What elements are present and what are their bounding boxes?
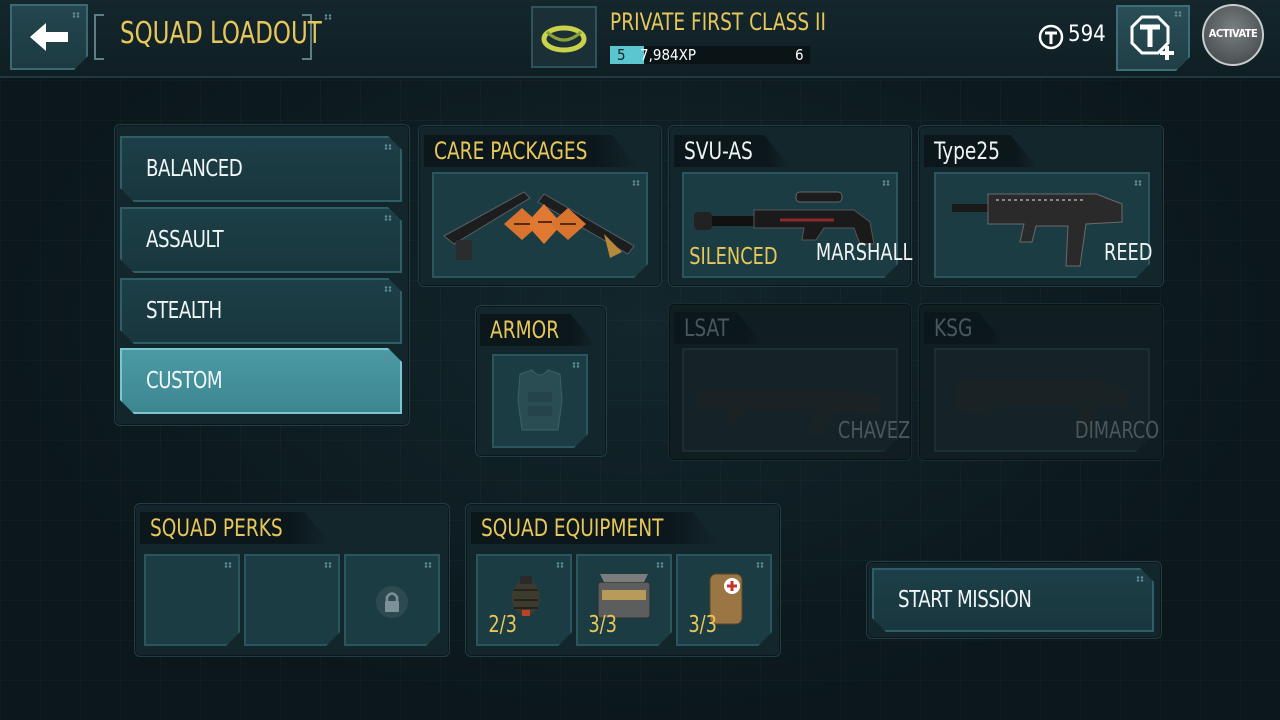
activate-label: ACTIVATE: [1208, 27, 1258, 40]
squad-member-name: REED: [1103, 240, 1153, 266]
perk-slot-1[interactable]: [144, 554, 240, 646]
sidebar-item-custom[interactable]: CUSTOM: [120, 348, 402, 414]
start-mission-label: START MISSION: [898, 587, 1032, 613]
care-packages-slot[interactable]: [432, 172, 648, 278]
xp-bar: 5 7,984XP 6: [610, 46, 810, 64]
squad-member-name: MARSHALL: [815, 240, 913, 266]
xp-level-current: 5: [617, 46, 626, 64]
corner-dots: [424, 562, 432, 568]
equipment-slot-medkit[interactable]: 3/3: [676, 554, 772, 646]
corner-dots: [384, 286, 392, 292]
sidebar-item-balanced[interactable]: BALANCED: [120, 136, 402, 202]
perk-slot-2[interactable]: [244, 554, 340, 646]
back-button[interactable]: [10, 4, 88, 70]
body-armor-icon: [494, 356, 586, 446]
lock-icon: [346, 556, 438, 644]
corner-dots: [572, 362, 580, 368]
corner-dots: [1134, 180, 1142, 186]
corner-dots: [556, 562, 564, 568]
care-packages-title: CARE PACKAGES: [424, 135, 638, 167]
page-title: SQUAD LOADOUT: [120, 16, 322, 51]
care-package-weapons-icon: [434, 174, 646, 276]
corner-dots: [384, 356, 392, 362]
corner-dots: [72, 12, 80, 18]
corner-dots: [1136, 576, 1144, 582]
corner-dots: [756, 562, 764, 568]
xp-value: 7,984XP: [640, 46, 697, 64]
corner-dots: [384, 144, 392, 150]
corner-dots: [324, 562, 332, 568]
equipment-count: 3/3: [688, 612, 717, 638]
sidebar-item-label: STEALTH: [146, 298, 222, 324]
weapon-tag: SILENCED: [689, 244, 778, 270]
equipment-slot-grenade[interactable]: 2/3: [476, 554, 572, 646]
sidebar-item-label: CUSTOM: [146, 368, 223, 394]
squad-member-name: CHAVEZ: [837, 418, 911, 444]
sidebar-item-label: ASSAULT: [146, 227, 224, 253]
sidebar-item-stealth[interactable]: STEALTH: [120, 278, 402, 344]
title-bracket-left: [94, 14, 104, 60]
equipment-slot-ammo[interactable]: 3/3: [576, 554, 672, 646]
corner-dots: [882, 180, 890, 186]
xp-level-next: 6: [795, 46, 804, 64]
corner-dots: [656, 562, 664, 568]
rank-chevron-icon: [541, 25, 587, 53]
rank-badge: [531, 6, 597, 68]
sidebar-item-assault[interactable]: ASSAULT: [120, 207, 402, 273]
corner-dots: [384, 215, 392, 221]
rank-title: PRIVATE FIRST CLASS II: [610, 8, 826, 36]
equipment-count: 3/3: [588, 612, 617, 638]
currency-amount: 594: [1068, 22, 1106, 47]
buy-currency-button[interactable]: [1116, 5, 1190, 71]
equipment-count: 2/3: [488, 612, 517, 638]
corner-dots: [1174, 11, 1182, 17]
squad-perks-title: SQUAD PERKS: [140, 512, 330, 544]
top-bar: SQUAD LOADOUT PRIVATE FIRST CLASS II 5 7…: [0, 0, 1280, 78]
token-icon: [1038, 24, 1064, 50]
activate-button[interactable]: ACTIVATE: [1202, 4, 1264, 66]
perk-slot-3-locked: [344, 554, 440, 646]
start-mission-button[interactable]: START MISSION: [872, 568, 1154, 632]
armor-slot[interactable]: [492, 354, 588, 448]
corner-dots: [632, 180, 640, 186]
squad-member-name: DIMARCO: [1074, 418, 1160, 444]
squad-equipment-title: SQUAD EQUIPMENT: [471, 512, 719, 544]
sidebar-item-label: BALANCED: [146, 156, 243, 182]
xp-bar-fill: [610, 46, 644, 64]
corner-dots: [224, 562, 232, 568]
